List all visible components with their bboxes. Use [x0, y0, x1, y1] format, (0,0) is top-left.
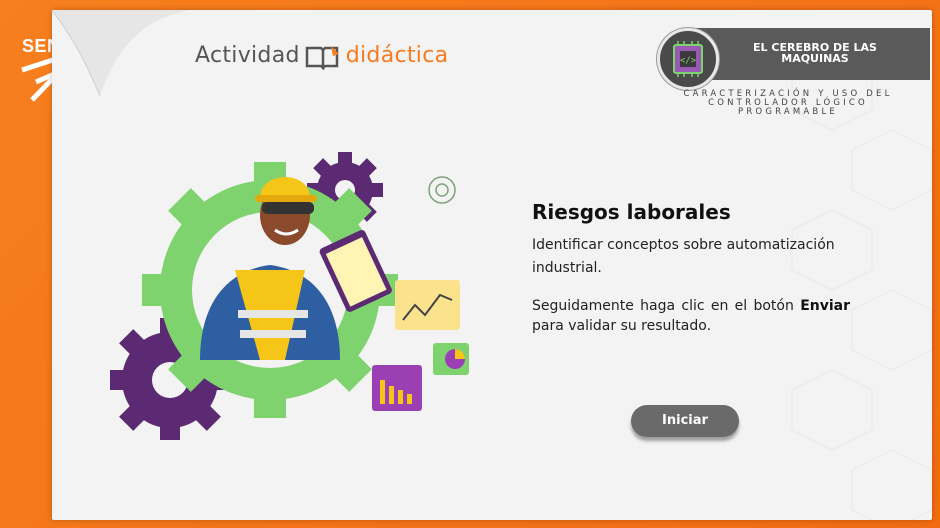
worker-illustration — [110, 152, 469, 440]
page-curl — [51, 9, 190, 97]
course-title: EL CEREBRO DE LAS MAQUINAS — [753, 41, 877, 65]
didactica-word: didáctica — [345, 43, 449, 68]
instruction-pre: Seguidamente haga clic en el botón — [532, 298, 801, 314]
instruction-bold: Enviar — [800, 298, 850, 314]
chip-icon: </> — [673, 41, 703, 77]
activity-description: Identificar conceptos sobre automatizaci… — [532, 237, 835, 276]
instruction-post: para validar su resultado. — [532, 318, 712, 334]
svg-text:</>: </> — [680, 56, 697, 66]
book-icon — [305, 46, 339, 70]
chip-badge: </> — [657, 28, 719, 90]
start-button[interactable]: Iniciar — [631, 405, 739, 437]
activity-word: Actividad — [195, 43, 300, 68]
course-subtitle: CARACTERIZACIÓN Y USO DEL CONTROLADOR LÓ… — [683, 89, 893, 117]
page-heading: Riesgos laborales — [532, 200, 731, 224]
instruction-text: Seguidamente haga clic en el botón Envia… — [532, 296, 850, 336]
